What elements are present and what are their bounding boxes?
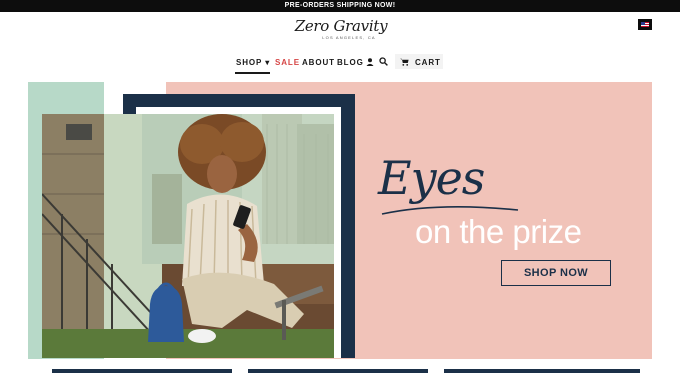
category-card-edge: [52, 369, 232, 373]
logo-wordmark: Zero Gravity: [294, 17, 388, 35]
main-nav: SHOP ▾ SALE ABOUT BLOG: [0, 56, 680, 76]
chevron-down-icon: ▾: [265, 58, 271, 67]
category-card-edge: [248, 369, 428, 373]
nav-active-underline: [235, 72, 270, 74]
nav-item-about[interactable]: ABOUT: [302, 58, 335, 68]
hero-photo: [42, 114, 334, 358]
user-icon[interactable]: [366, 58, 374, 66]
us-flag-icon[interactable]: [638, 19, 652, 30]
hero-headline-sub: on the prize: [415, 213, 582, 250]
nav-item-sale[interactable]: SALE: [275, 58, 300, 68]
brand-logo[interactable]: Zero Gravity LOS ANGELES, CA: [293, 18, 389, 46]
nav-item-blog[interactable]: BLOG: [337, 58, 364, 68]
cart-icon: [400, 58, 409, 66]
announcement-bar: PRE-ORDERS SHIPPING NOW!: [0, 0, 680, 12]
search-icon[interactable]: [379, 57, 388, 66]
shop-now-button[interactable]: SHOP NOW: [501, 260, 611, 286]
category-card-edge: [444, 369, 640, 373]
cart-label[interactable]: CART: [415, 58, 441, 68]
logo-tagline: LOS ANGELES, CA: [322, 35, 376, 40]
nav-item-shop[interactable]: SHOP ▾: [236, 58, 270, 68]
